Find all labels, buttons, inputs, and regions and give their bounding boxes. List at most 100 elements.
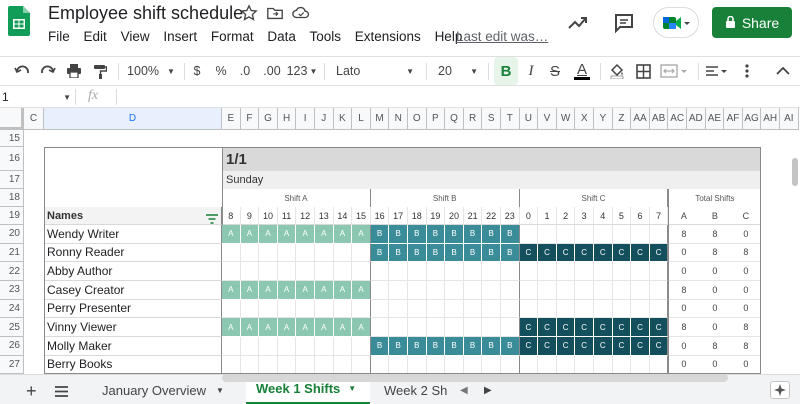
row-header[interactable]: 27 (0, 355, 24, 374)
empty-shift-cell[interactable] (370, 262, 390, 281)
empty-shift-cell[interactable] (463, 299, 483, 319)
shift-cell[interactable]: A (352, 225, 371, 244)
empty-shift-cell[interactable] (408, 280, 427, 300)
empty-shift-cell[interactable] (445, 299, 464, 319)
empty-shift-cell[interactable] (482, 280, 501, 300)
column-header[interactable]: L (352, 108, 371, 130)
empty-shift-cell[interactable] (408, 318, 427, 337)
shift-cell[interactable]: A (277, 225, 297, 244)
shift-cell[interactable]: B (445, 225, 464, 244)
explore-button[interactable] (770, 381, 790, 399)
empty-shift-cell[interactable] (277, 336, 297, 356)
empty-shift-cell[interactable] (259, 262, 278, 281)
shift-cell[interactable]: A (315, 318, 334, 337)
shift-cell[interactable]: C (556, 243, 576, 263)
empty-shift-cell[interactable] (556, 355, 576, 374)
empty-shift-cell[interactable] (296, 243, 315, 263)
shift-cell[interactable]: B (445, 336, 464, 356)
document-title[interactable]: Employee shift schedule (48, 3, 243, 24)
merge-cells-icon[interactable] (656, 57, 692, 85)
empty-shift-cell[interactable] (408, 355, 427, 374)
shift-cell[interactable]: A (277, 318, 297, 337)
currency-button[interactable]: $ (188, 57, 206, 85)
shift-cell[interactable]: C (649, 318, 669, 337)
empty-shift-cell[interactable] (222, 243, 241, 263)
empty-shift-cell[interactable] (296, 299, 315, 319)
comments-icon[interactable] (613, 12, 635, 34)
empty-shift-cell[interactable] (556, 280, 576, 300)
shift-cell[interactable]: C (556, 318, 576, 337)
font-size-select[interactable]: 20 ▼ (432, 57, 484, 85)
shift-cell[interactable]: A (240, 318, 260, 337)
name-box[interactable]: 1 ▼ (0, 89, 76, 105)
employee-name[interactable]: Casey Creator (44, 280, 222, 300)
empty-shift-cell[interactable] (277, 262, 297, 281)
empty-shift-cell[interactable] (389, 318, 408, 337)
empty-shift-cell[interactable] (649, 355, 669, 374)
paint-format-icon[interactable] (88, 57, 112, 85)
empty-shift-cell[interactable] (649, 262, 669, 281)
empty-shift-cell[interactable] (482, 355, 501, 374)
empty-shift-cell[interactable] (538, 299, 557, 319)
empty-shift-cell[interactable] (333, 299, 353, 319)
employee-name[interactable]: Ronny Reader (44, 243, 222, 263)
borders-icon[interactable] (632, 57, 654, 85)
empty-shift-cell[interactable] (445, 318, 464, 337)
shift-cell[interactable]: A (333, 225, 353, 244)
shift-cell[interactable]: B (501, 336, 520, 356)
column-header[interactable]: U (519, 108, 539, 130)
shift-cell[interactable]: B (463, 243, 483, 263)
empty-shift-cell[interactable] (352, 355, 371, 374)
empty-shift-cell[interactable] (482, 262, 501, 281)
date-header-cell[interactable]: 1/1 (222, 147, 762, 171)
scroll-tabs-left-icon[interactable]: ◀ (460, 385, 468, 396)
shift-cell[interactable]: C (519, 318, 539, 337)
shift-cell[interactable]: C (575, 336, 594, 356)
shift-cell[interactable]: A (259, 225, 278, 244)
column-header[interactable]: Z (612, 108, 632, 130)
column-header[interactable]: J (315, 108, 334, 130)
shift-cell[interactable]: B (501, 225, 520, 244)
shift-cell[interactable]: C (594, 243, 613, 263)
empty-shift-cell[interactable] (333, 243, 353, 263)
column-header[interactable]: Q (445, 108, 464, 130)
empty-shift-cell[interactable] (426, 262, 446, 281)
horizontal-scrollbar[interactable] (222, 374, 728, 382)
move-folder-icon[interactable] (266, 4, 284, 22)
empty-shift-cell[interactable] (519, 262, 539, 281)
shift-cell[interactable]: B (482, 336, 501, 356)
shift-cell[interactable]: B (408, 225, 427, 244)
empty-shift-cell[interactable] (649, 280, 669, 300)
empty-shift-cell[interactable] (556, 262, 576, 281)
empty-shift-cell[interactable] (315, 336, 334, 356)
sheet-grid[interactable]: C D E F G H I J K L M N O P Q R S T U V W X Y Z AA AB AC AD AE AF AG AH… (0, 108, 800, 374)
empty-shift-cell[interactable] (594, 299, 613, 319)
column-header[interactable]: AI (780, 108, 799, 130)
scroll-tabs-right-icon[interactable]: ▶ (484, 385, 492, 396)
shift-cell[interactable]: A (333, 280, 353, 300)
empty-shift-cell[interactable] (426, 318, 446, 337)
column-header[interactable]: D (44, 108, 222, 130)
column-header[interactable]: AB (649, 108, 669, 130)
column-header[interactable]: I (296, 108, 315, 130)
row-header[interactable]: 17 (0, 171, 24, 189)
empty-shift-cell[interactable] (408, 299, 427, 319)
empty-shift-cell[interactable] (259, 243, 278, 263)
row-header[interactable]: 23 (0, 280, 24, 300)
shift-cell[interactable]: A (259, 318, 278, 337)
empty-shift-cell[interactable] (370, 280, 390, 300)
shift-cell[interactable]: B (482, 243, 501, 263)
empty-shift-cell[interactable] (426, 280, 446, 300)
shift-cell[interactable]: A (259, 280, 278, 300)
shift-cell[interactable]: B (389, 243, 408, 263)
empty-shift-cell[interactable] (631, 355, 650, 374)
cloud-status-icon[interactable] (292, 4, 310, 22)
empty-shift-cell[interactable] (463, 262, 483, 281)
more-options-icon[interactable] (736, 57, 758, 85)
empty-shift-cell[interactable] (222, 336, 241, 356)
zoom-select[interactable]: 100% ▼ (124, 57, 178, 85)
shift-cell[interactable]: C (612, 318, 632, 337)
names-header[interactable]: Names (44, 207, 222, 225)
shift-cell[interactable]: B (389, 336, 408, 356)
menu-view[interactable]: View (121, 29, 150, 44)
